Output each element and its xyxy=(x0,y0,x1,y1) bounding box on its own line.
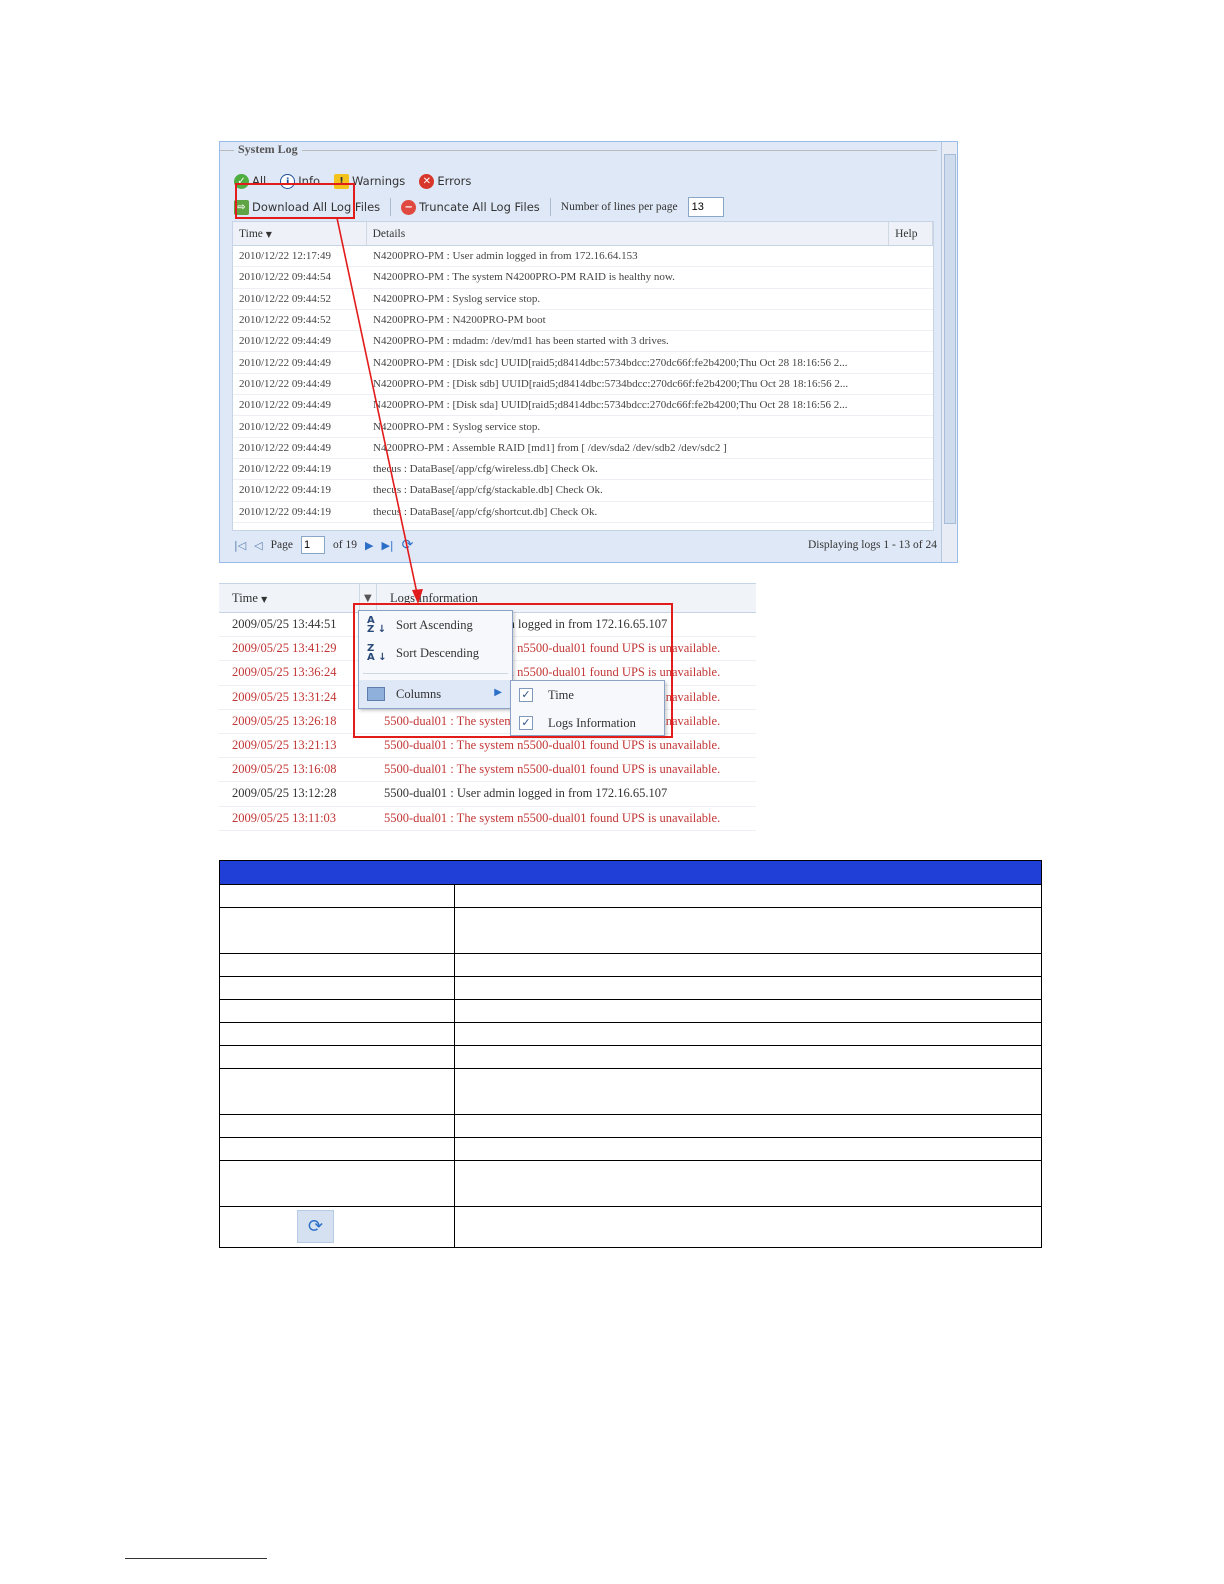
grid-body: 2010/12/22 12:17:49 N4200PRO-PM : User ad… xyxy=(233,246,933,523)
table-row xyxy=(219,1022,1042,1046)
log-details: N4200PRO-PM : [Disk sda] UUID[raid5;d841… xyxy=(373,399,848,412)
table-row xyxy=(219,907,1042,954)
log-message: 5500-dual01 : The system n5500-dual01 fo… xyxy=(384,762,721,777)
log-time: 2009/05/25 13:21:13 xyxy=(232,738,337,753)
log-time: 2010/12/22 09:44:52 xyxy=(239,314,331,327)
displaying-logs-text: Displaying logs 1 - 13 of 24 xyxy=(807,539,937,551)
table-row[interactable]: 2010/12/22 09:44:52 N4200PRO-PM : N4200PR… xyxy=(233,310,933,332)
download-highlight-box xyxy=(235,183,355,219)
footnote-rule xyxy=(125,1558,267,1559)
truncate-logs-button[interactable]: − Truncate All Log Files xyxy=(401,199,540,215)
table-row xyxy=(219,1045,1042,1069)
truncate-icon: − xyxy=(401,199,417,215)
table-row[interactable]: 2010/12/22 09:44:19 thecus : DataBase[/ap… xyxy=(233,502,933,523)
log-details: N4200PRO-PM : Assemble RAID [md1] from [… xyxy=(373,441,727,454)
table-row[interactable]: 2010/12/22 09:44:49 N4200PRO-PM : [Disk s… xyxy=(233,374,933,396)
table-row xyxy=(219,884,1042,908)
log-time: 2010/12/22 09:44:49 xyxy=(239,420,331,433)
table-row[interactable]: 2009/05/25 13:12:28 5500-dual01 : User ad… xyxy=(219,782,756,807)
lines-per-page-input[interactable] xyxy=(687,197,724,217)
log-details: thecus : DataBase[/app/cfg/wireless.db] … xyxy=(373,463,598,476)
table-row xyxy=(219,953,1042,977)
system-log-grid: Time ▼ Details Help 2010/12/22 12:17:49 N… xyxy=(232,221,934,531)
table-row xyxy=(219,1160,1042,1207)
log-time: 2010/12/22 09:44:54 xyxy=(239,271,331,284)
table-row[interactable]: 2009/05/25 13:16:08 5500-dual01 : The sys… xyxy=(219,758,756,783)
system-log-title: System Log xyxy=(234,142,302,157)
next-page-icon[interactable]: ▶ xyxy=(365,539,373,552)
log-details: N4200PRO-PM : [Disk sdb] UUID[raid5;d841… xyxy=(373,377,849,390)
log-time: 2009/05/25 13:12:28 xyxy=(232,786,337,801)
prev-page-icon[interactable]: ◁ xyxy=(254,539,262,552)
page-input[interactable] xyxy=(301,536,325,554)
log-time: 2009/05/25 13:16:08 xyxy=(232,762,337,777)
log-details: N4200PRO-PM : mdadm: /dev/md1 has been s… xyxy=(373,335,669,348)
log-details: N4200PRO-PM : Syslog service stop. xyxy=(373,292,541,305)
sort-down-icon: ▼ xyxy=(265,230,272,239)
log-details: N4200PRO-PM : The system N4200PRO-PM RAI… xyxy=(373,271,675,284)
column-time[interactable]: Time ▼ xyxy=(219,584,360,612)
log-time: 2010/12/22 09:44:49 xyxy=(239,335,331,348)
log-time: 2010/12/22 09:44:49 xyxy=(239,377,331,390)
log-details: N4200PRO-PM : User admin logged in from … xyxy=(373,250,638,263)
table-header-row xyxy=(219,860,1042,885)
log-details: N4200PRO-PM : [Disk sdc] UUID[raid5;d841… xyxy=(373,356,848,369)
filter-errors-button[interactable]: ✕ Errors xyxy=(419,173,471,189)
log-time: 2010/12/22 09:44:49 xyxy=(239,399,331,412)
table-row xyxy=(219,1068,1042,1115)
pager-toolbar: |◁ ◁ Page of 19 ▶ ▶| ⟳ Displaying logs 1… xyxy=(234,534,937,556)
last-page-icon[interactable]: ▶| xyxy=(381,539,393,552)
column-help[interactable]: Help xyxy=(889,222,933,245)
table-row[interactable]: 2009/05/25 13:11:03 5500-dual01 : The sys… xyxy=(219,807,756,831)
log-details: N4200PRO-PM : N4200PRO-PM boot xyxy=(373,314,546,327)
parameter-table: ⟳ xyxy=(219,860,1042,1248)
column-details[interactable]: Details xyxy=(367,222,890,245)
page-count: of 19 xyxy=(333,539,357,551)
log-time: 2009/05/25 13:11:03 xyxy=(232,810,337,825)
log-details: thecus : DataBase[/app/cfg/stackable.db]… xyxy=(373,484,603,497)
log-details: thecus : DataBase[/app/cfg/shortcut.db] … xyxy=(373,505,598,518)
error-icon: ✕ xyxy=(419,173,435,189)
first-page-icon[interactable]: |◁ xyxy=(234,539,246,552)
refresh-icon: ⟳ xyxy=(297,1210,334,1243)
table-row xyxy=(219,1137,1042,1161)
grid-header: Time ▼ Details Help xyxy=(233,222,933,246)
menu-highlight-box xyxy=(353,603,673,738)
table-row xyxy=(219,976,1042,1000)
table-row[interactable]: 2010/12/22 09:44:52 N4200PRO-PM : Syslog … xyxy=(233,289,933,310)
table-row[interactable]: 2010/12/22 09:44:49 N4200PRO-PM : [Disk s… xyxy=(233,395,933,417)
log-time: 2010/12/22 12:17:49 xyxy=(239,250,331,263)
log-message: 5500-dual01 : The system n5500-dual01 fo… xyxy=(384,810,721,825)
log-message: 5500-dual01 : User admin logged in from … xyxy=(384,786,668,801)
log-time: 2010/12/22 09:44:52 xyxy=(239,292,331,305)
sort-down-icon: ▼ xyxy=(261,595,268,604)
vertical-scrollbar[interactable] xyxy=(941,142,957,562)
scrollbar-thumb[interactable] xyxy=(944,154,956,524)
lines-per-page-label: Number of lines per page xyxy=(560,201,678,213)
log-details: N4200PRO-PM : Syslog service stop. xyxy=(373,420,541,433)
log-time: 2010/12/22 09:44:49 xyxy=(239,356,331,369)
column-time[interactable]: Time ▼ xyxy=(233,222,367,245)
table-row[interactable]: 2010/12/22 09:44:49 N4200PRO-PM : [Disk s… xyxy=(233,352,933,374)
table-row[interactable]: 2010/12/22 09:44:19 thecus : DataBase[/ap… xyxy=(233,480,933,502)
table-row[interactable]: 2010/12/22 12:17:49 N4200PRO-PM : User ad… xyxy=(233,246,933,268)
table-row[interactable]: 2010/12/22 09:44:54 N4200PRO-PM : The sys… xyxy=(233,267,933,289)
log-time: 2010/12/22 09:44:19 xyxy=(239,484,331,497)
table-row: ⟳ xyxy=(219,1206,1042,1248)
log-message: 5500-dual01 : The system n5500-dual01 fo… xyxy=(384,738,721,753)
table-row[interactable]: 2010/12/22 09:44:49 N4200PRO-PM : mdadm: … xyxy=(233,331,933,353)
table-row[interactable]: 2010/12/22 09:44:49 N4200PRO-PM : Syslog … xyxy=(233,416,933,438)
table-row[interactable]: 2010/12/22 09:44:19 thecus : DataBase[/ap… xyxy=(233,459,933,481)
log-time: 2010/12/22 09:44:19 xyxy=(239,463,331,476)
table-row xyxy=(219,999,1042,1023)
log-time: 2010/12/22 09:44:49 xyxy=(239,441,331,454)
table-row[interactable]: 2010/12/22 09:44:49 N4200PRO-PM : Assembl… xyxy=(233,438,933,459)
page-label: Page xyxy=(270,539,293,551)
table-row xyxy=(219,1114,1042,1138)
log-time: 2010/12/22 09:44:19 xyxy=(239,505,331,518)
refresh-icon[interactable]: ⟳ xyxy=(402,537,414,553)
